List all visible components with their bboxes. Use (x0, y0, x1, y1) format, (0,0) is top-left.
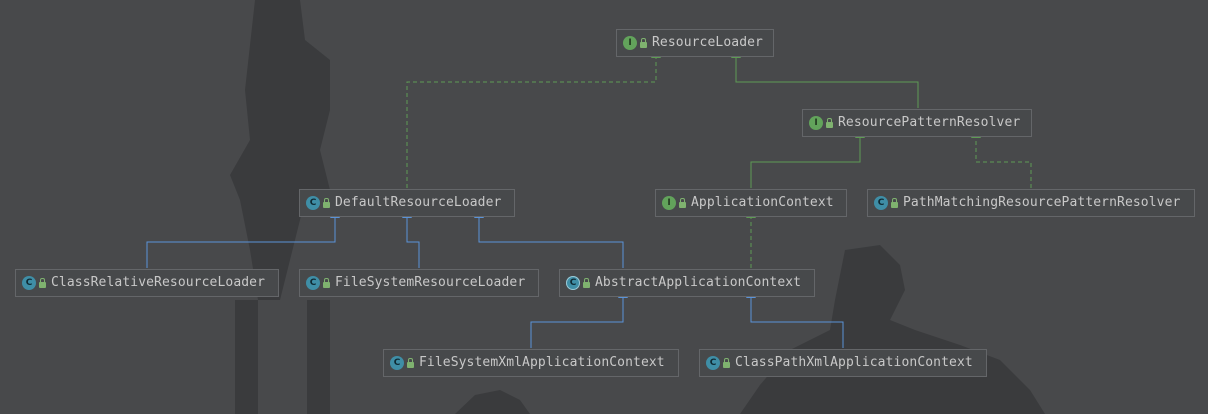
node-path-matching-resource-pattern-resolver[interactable]: C PathMatchingResourcePatternResolver (867, 189, 1195, 217)
edge-resource-pattern-resolver-extends-resource-loader (731, 49, 919, 108)
node-default-resource-loader[interactable]: C DefaultResourceLoader (299, 189, 515, 217)
edge-application-context-extends-resource-pattern-resolver (750, 129, 865, 188)
node-label: DefaultResourceLoader (335, 195, 502, 210)
node-class-path-xml-application-context[interactable]: C ClassPathXmlApplicationContext (699, 349, 987, 377)
edge-class-path-xml-extends-abstract-application-context (746, 289, 844, 348)
edge-file-system-xml-extends-abstract-application-context (530, 289, 628, 348)
public-access-icon (679, 197, 686, 208)
class-icon: C (390, 356, 404, 370)
node-label: ApplicationContext (691, 195, 834, 210)
abstract-class-icon: C (566, 276, 580, 290)
class-icon: C (874, 196, 888, 210)
node-file-system-xml-application-context[interactable]: C FileSystemXmlApplicationContext (383, 349, 679, 377)
public-access-icon (723, 357, 730, 368)
public-access-icon (826, 117, 833, 128)
public-access-icon (323, 277, 330, 288)
edge-abstract-application-context-extends-default-resource-loader (474, 209, 624, 268)
interface-icon: I (623, 36, 637, 50)
class-icon: C (22, 276, 36, 290)
node-label: ResourceLoader (652, 35, 763, 50)
node-label: FileSystemXmlApplicationContext (419, 355, 665, 370)
edge-path-matching-implements-resource-pattern-resolver (971, 129, 1032, 188)
node-file-system-resource-loader[interactable]: C FileSystemResourceLoader (299, 269, 539, 297)
node-label: FileSystemResourceLoader (335, 275, 526, 290)
class-icon: C (306, 276, 320, 290)
class-icon: C (306, 196, 320, 210)
public-access-icon (323, 197, 330, 208)
node-label: ResourcePatternResolver (838, 115, 1021, 130)
node-resource-loader[interactable]: I ResourceLoader (616, 29, 774, 57)
interface-icon: I (662, 196, 676, 210)
edge-file-system-resource-loader-extends-default-resource-loader (402, 209, 420, 268)
interface-icon: I (809, 116, 823, 130)
edge-default-resource-loader-implements-resource-loader (406, 49, 661, 188)
node-label: AbstractApplicationContext (595, 275, 802, 290)
node-label: PathMatchingResourcePatternResolver (903, 195, 1181, 210)
class-icon: C (706, 356, 720, 370)
node-abstract-application-context[interactable]: C AbstractApplicationContext (559, 269, 815, 297)
node-label: ClassPathXmlApplicationContext (735, 355, 973, 370)
public-access-icon (583, 277, 590, 288)
public-access-icon (640, 37, 647, 48)
edge-class-relative-extends-default-resource-loader (146, 209, 340, 268)
node-class-relative-resource-loader[interactable]: C ClassRelativeResourceLoader (15, 269, 279, 297)
node-resource-pattern-resolver[interactable]: I ResourcePatternResolver (802, 109, 1032, 137)
public-access-icon (39, 277, 46, 288)
public-access-icon (407, 357, 414, 368)
public-access-icon (891, 197, 898, 208)
node-application-context[interactable]: I ApplicationContext (655, 189, 847, 217)
node-label: ClassRelativeResourceLoader (51, 275, 266, 290)
uml-class-diagram: I ResourceLoader I ResourcePatternResolv… (0, 0, 1208, 414)
